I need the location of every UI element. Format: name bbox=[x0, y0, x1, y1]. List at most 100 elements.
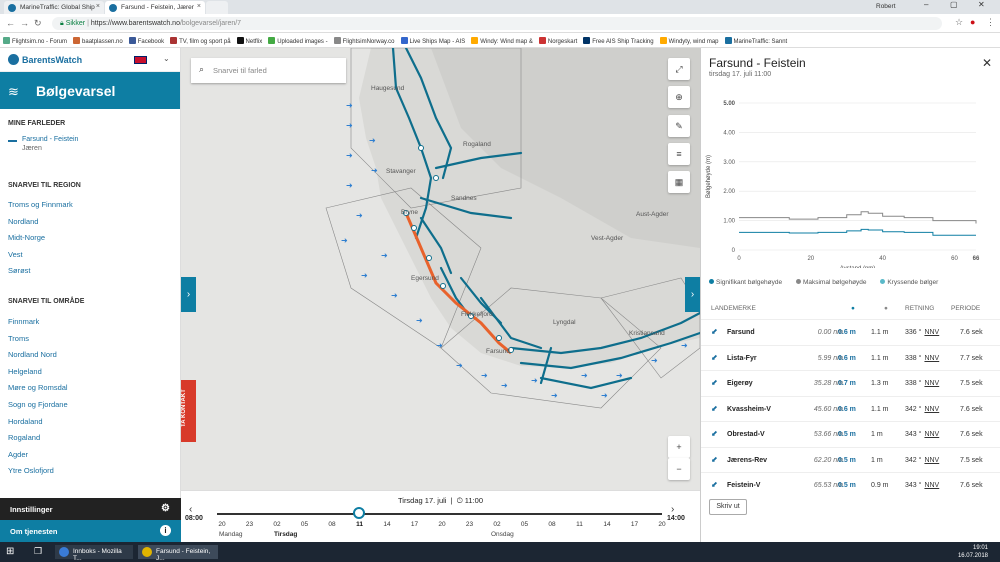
area-link[interactable]: Sogn og Fjordane bbox=[8, 400, 68, 409]
expand-sidebar-button[interactable]: › bbox=[181, 277, 196, 312]
table-row[interactable]: ⬋ Kvassheim-V 45.60 nm 0.6 m 1.1 m 342 ° NNV 7.… bbox=[701, 395, 1000, 422]
reload-icon[interactable]: ↻ bbox=[34, 18, 42, 29]
timeline-tick[interactable]: 14 bbox=[377, 521, 397, 528]
zoom-in-button[interactable]: + bbox=[668, 436, 690, 458]
bookmark-item[interactable]: MarineTraffic: Sannt bbox=[722, 33, 791, 45]
map-view[interactable]: ➜ ➜ ➜ ➜ ➜ ➜ ➜ ➜ ➜ ➜ ➜ ➜ ➜ ➜ ➜ ➜ ➜ ➜ ➜ ➜ ➜ ➜ ➜ Haugesund… bbox=[181, 48, 700, 490]
map-canvas[interactable]: ➜ ➜ ➜ ➜ ➜ ➜ ➜ ➜ ➜ ➜ ➜ ➜ ➜ ➜ ➜ ➜ ➜ ➜ ➜ ➜ ➜ ➜ ➜ Haugesund… bbox=[181, 48, 700, 490]
bookmark-item[interactable]: baatplassen.no bbox=[70, 33, 126, 45]
timeline-tick[interactable]: 20 bbox=[432, 521, 452, 528]
new-tab-button[interactable] bbox=[206, 1, 228, 14]
my-route-item[interactable]: Farsund - Feistein Jæren bbox=[8, 136, 78, 152]
minimize-icon[interactable]: – bbox=[924, 0, 928, 9]
bookmark-item[interactable]: Uploaded images - bbox=[265, 33, 330, 45]
timeline-tick[interactable]: 11 bbox=[350, 521, 370, 528]
layers-icon[interactable]: ≡ bbox=[668, 143, 690, 165]
system-clock[interactable]: 19:01 16.07.2018 bbox=[958, 544, 988, 560]
zoom-out-button[interactable]: − bbox=[668, 458, 690, 480]
taskbar-chrome[interactable]: Farsund - Feistein, J... bbox=[138, 545, 218, 562]
bookmark-item[interactable]: Windyty, wind map bbox=[657, 33, 722, 45]
timeline-tick[interactable]: 17 bbox=[625, 521, 645, 528]
timeline-tick[interactable]: 08 bbox=[542, 521, 562, 528]
timeline-handle[interactable] bbox=[353, 507, 365, 519]
route-search-input[interactable]: ⌕ Snarvei til farled bbox=[191, 58, 346, 83]
timeline-tick[interactable]: 20 bbox=[652, 521, 672, 528]
bookmark-item[interactable]: Facebook bbox=[126, 33, 167, 45]
barentswatch-logo[interactable]: BarentsWatch bbox=[8, 54, 82, 65]
browser-user[interactable]: Robert bbox=[876, 3, 896, 10]
star-icon[interactable]: ☆ bbox=[955, 17, 963, 28]
bookmark-item[interactable]: Netflix bbox=[234, 33, 266, 45]
timeline-prev-icon[interactable]: ‹ bbox=[189, 504, 192, 515]
timeline-tick[interactable]: 20 bbox=[212, 521, 232, 528]
timeline-tick[interactable]: 23 bbox=[460, 521, 480, 528]
table-row[interactable]: ⬋ Jærens-Rev 62.20 nm 0.5 m 1 m 342 ° NNV 7.5 s… bbox=[701, 446, 1000, 473]
fullscreen-icon[interactable]: ⤢ bbox=[668, 58, 690, 80]
area-link[interactable]: Nordland Nord bbox=[8, 350, 57, 359]
timeline-tick[interactable]: 02 bbox=[487, 521, 507, 528]
timeline-tick[interactable]: 17 bbox=[405, 521, 425, 528]
region-link[interactable]: Vest bbox=[8, 250, 23, 259]
region-link[interactable]: Troms og Finnmark bbox=[8, 200, 73, 209]
table-row[interactable]: ⬋ Obrestad-V 53.66 nm 0.5 m 1 m 343 ° NNV 7.6 s… bbox=[701, 421, 1000, 447]
taskbar-thunderbird[interactable]: Innboks - Mozilla T... bbox=[55, 545, 133, 562]
map-type-icon[interactable]: ▦ bbox=[668, 171, 690, 193]
url-field[interactable]: 🔒︎ Sikker | https://www.barentswatch.no/… bbox=[52, 17, 942, 30]
table-row[interactable]: ⬋ Feistein-V 65.53 nm 0.5 m 0.9 m 343 ° NNV 7.6… bbox=[701, 472, 1000, 498]
timeline-next-icon[interactable]: › bbox=[671, 504, 674, 515]
close-tab-icon[interactable]: × bbox=[96, 3, 100, 10]
route-line-icon bbox=[8, 140, 17, 142]
bookmark-icon bbox=[471, 37, 479, 44]
timeline-tick[interactable]: 05 bbox=[515, 521, 535, 528]
chevron-down-icon[interactable]: ⌄ bbox=[163, 54, 170, 63]
locate-icon[interactable]: ⊕ bbox=[668, 86, 690, 108]
about-button[interactable]: Om tjenesten i bbox=[0, 520, 181, 542]
region-link[interactable]: Nordland bbox=[8, 217, 38, 226]
area-link[interactable]: Hordaland bbox=[8, 417, 43, 426]
region-link[interactable]: Midt-Norge bbox=[8, 233, 45, 242]
timeline-tick[interactable]: 11 bbox=[570, 521, 590, 528]
close-icon[interactable]: ✕ bbox=[982, 56, 992, 70]
bookmark-item[interactable]: FlightsimNorway.co bbox=[331, 33, 398, 45]
timeline-track[interactable] bbox=[217, 513, 662, 515]
timeline-tick[interactable]: 23 bbox=[240, 521, 260, 528]
back-icon[interactable]: ← bbox=[6, 18, 15, 28]
print-button[interactable]: Skriv ut bbox=[709, 499, 747, 515]
opera-icon[interactable]: ● bbox=[970, 17, 975, 27]
contact-button[interactable]: TA KONTAKT bbox=[181, 380, 196, 442]
maximize-icon[interactable]: ▢ bbox=[950, 0, 958, 9]
area-link[interactable]: Rogaland bbox=[8, 433, 40, 442]
area-link[interactable]: Ytre Oslofjord bbox=[8, 466, 54, 475]
menu-icon[interactable]: ⋮ bbox=[986, 17, 995, 28]
bookmark-item[interactable]: Live Ships Map - AIS bbox=[398, 33, 469, 45]
table-row[interactable]: ⬋ Farsund 0.00 nm 0.6 m 1.1 m 336 ° NNV 7.6 sek bbox=[701, 319, 1000, 345]
area-link[interactable]: Troms bbox=[8, 334, 29, 343]
settings-button[interactable]: Innstillinger ⚙ bbox=[0, 498, 181, 520]
timeline-tick[interactable]: 02 bbox=[267, 521, 287, 528]
timeline-tick[interactable]: 05 bbox=[295, 521, 315, 528]
ruler-icon[interactable]: ✎ bbox=[668, 115, 690, 137]
area-link[interactable]: Møre og Romsdal bbox=[8, 383, 68, 392]
bookmark-item[interactable]: TV, film og sport på bbox=[167, 33, 233, 45]
bookmark-item[interactable]: Windy: Wind map & bbox=[468, 33, 536, 45]
collapse-panel-button[interactable]: › bbox=[685, 277, 700, 312]
timeline-tick[interactable]: 14 bbox=[597, 521, 617, 528]
forward-icon[interactable]: → bbox=[20, 18, 29, 28]
bookmark-item[interactable]: Flightsim.no - Forum bbox=[0, 33, 70, 45]
area-link[interactable]: Finnmark bbox=[8, 317, 39, 326]
bookmark-item[interactable]: Norgeskart bbox=[536, 33, 580, 45]
close-tab-icon[interactable]: × bbox=[197, 3, 201, 10]
area-link[interactable]: Helgeland bbox=[8, 367, 42, 376]
region-link[interactable]: Sørøst bbox=[8, 266, 31, 275]
timeline-tick[interactable]: 08 bbox=[322, 521, 342, 528]
table-row[interactable]: ⬋ Lista-Fyr 5.99 nm 0.6 m 1.1 m 338 ° NNV 7.7 s… bbox=[701, 344, 1000, 371]
close-window-icon[interactable]: ✕ bbox=[978, 0, 985, 9]
bookmark-item[interactable]: Free AIS Ship Tracking bbox=[580, 33, 656, 45]
uk-flag-icon[interactable] bbox=[134, 56, 147, 64]
area-link[interactable]: Agder bbox=[8, 450, 28, 459]
browser-tab-barentswatch[interactable]: Farsund - Feistein, Jærer × bbox=[105, 1, 205, 14]
browser-tab-marinetraffic[interactable]: MarineTraffic: Global Ship × bbox=[4, 1, 104, 14]
task-view-icon[interactable]: ❐ bbox=[34, 546, 42, 557]
windows-start-icon[interactable]: ⊞ bbox=[6, 546, 14, 557]
table-row[interactable]: ⬋ Eigerøy 35.28 nm 0.7 m 1.3 m 338 ° NNV 7.5 se… bbox=[701, 370, 1000, 396]
